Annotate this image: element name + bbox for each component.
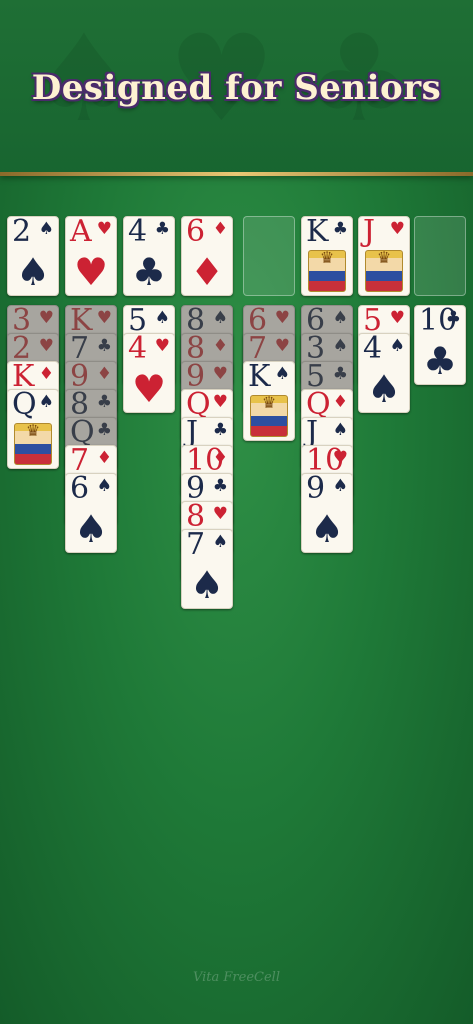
face-card-portrait-icon [365, 248, 403, 292]
card-suit-icon: ♠ [38, 219, 54, 239]
card-suit-icon: ♦ [332, 392, 348, 412]
card-center-suit-icon: ♠ [73, 507, 109, 551]
card-suit-icon: ♥ [212, 392, 228, 412]
freecell-card[interactable]: K ♣ [301, 216, 353, 296]
freecell-card[interactable]: J ♥ [358, 216, 410, 296]
tableau-card[interactable]: 10 ♣ ♣ [414, 305, 466, 385]
card-suit-icon: ♠ [332, 420, 348, 440]
card-suit-icon: ♥ [332, 448, 348, 468]
card-suit-icon: ♥ [212, 364, 228, 384]
card-suit-icon: ♥ [274, 308, 290, 328]
card-suit-icon: ♠ [38, 392, 54, 412]
card-center-suit-icon: ♥ [131, 367, 167, 411]
card-suit-icon: ♠ [96, 476, 112, 496]
empty-freecell-slot[interactable] [243, 216, 295, 296]
card-center-suit-icon: ♦ [189, 250, 225, 294]
card-rank: 4 [128, 333, 148, 366]
card-suit-icon: ♣ [96, 336, 112, 356]
card-suit-icon: ♠ [274, 364, 290, 384]
card-suit-icon: ♣ [445, 308, 461, 328]
card-rank: K [248, 361, 271, 394]
card-rank: A [70, 216, 92, 249]
card-suit-icon: ♦ [38, 364, 54, 384]
banner-gold-border [0, 172, 473, 176]
face-card-portrait-icon [250, 393, 288, 437]
card-center-suit-icon: ♥ [73, 250, 109, 294]
tableau-card[interactable]: 9 ♠ ♠ [301, 473, 353, 553]
card-suit-icon: ♦ [96, 364, 112, 384]
foundation-card[interactable]: 6 ♦ ♦ [181, 216, 233, 296]
title-banner: ♠♥♣ Designed for Seniors [0, 0, 473, 176]
card-center-suit-icon: ♠ [309, 507, 345, 551]
card-suit-icon: ♥ [389, 308, 405, 328]
card-rank: 7 [186, 529, 206, 562]
card-rank: 2 [12, 216, 32, 249]
face-card-portrait-icon [14, 421, 52, 465]
card-rank: 6 [186, 216, 206, 249]
card-suit-icon: ♠ [212, 308, 228, 328]
card-suit-icon: ♦ [96, 448, 112, 468]
tableau-card[interactable]: 7 ♠ ♠ [181, 529, 233, 609]
card-rank: 4 [128, 216, 148, 249]
tableau-card[interactable]: 4 ♠ ♠ [358, 333, 410, 413]
card-suit-icon: ♥ [38, 308, 54, 328]
card-rank: J [363, 216, 376, 249]
card-suit-icon: ♣ [154, 219, 170, 239]
empty-freecell-slot[interactable] [414, 216, 466, 296]
foundation-card[interactable]: A ♥ ♥ [65, 216, 117, 296]
card-center-suit-icon: ♠ [189, 563, 225, 607]
card-suit-icon: ♥ [96, 219, 112, 239]
tableau-card[interactable]: 6♠♠ [65, 473, 117, 553]
card-suit-icon: ♥ [96, 308, 112, 328]
card-center-suit-icon: ♣ [422, 339, 458, 383]
tableau-card[interactable]: K ♠ [243, 361, 295, 441]
card-suit-icon: ♣ [212, 476, 228, 496]
card-suit-icon: ♠ [332, 336, 348, 356]
card-rank: 6 [70, 473, 90, 506]
card-suit-icon: ♥ [38, 336, 54, 356]
card-suit-icon: ♦ [212, 336, 228, 356]
card-suit-icon: ♠ [389, 336, 405, 356]
card-suit-icon: ♣ [96, 392, 112, 412]
tableau-card[interactable]: 4 ♥ ♥ [123, 333, 175, 413]
card-suit-icon: ♣ [332, 364, 348, 384]
foundation-card[interactable]: 4 ♣ ♣ [123, 216, 175, 296]
card-suit-icon: ♦ [212, 219, 228, 239]
card-center-suit-icon: ♣ [131, 250, 167, 294]
card-suit-icon: ♣ [332, 219, 348, 239]
card-suit-icon: ♠ [332, 476, 348, 496]
card-suit-icon: ♥ [154, 336, 170, 356]
tableau-card[interactable]: Q ♠ [7, 389, 59, 469]
foundation-card[interactable]: 2 ♠ ♠ [7, 216, 59, 296]
card-suit-icon: ♣ [96, 420, 112, 440]
card-center-suit-icon: ♠ [366, 367, 402, 411]
card-center-suit-icon: ♠ [15, 250, 51, 294]
card-rank: 4 [363, 333, 383, 366]
card-suit-icon: ♣ [212, 420, 228, 440]
card-rank: 9 [306, 473, 326, 506]
card-rank: K [306, 216, 329, 249]
card-suit-icon: ♠ [154, 308, 170, 328]
card-suit-icon: ♥ [212, 504, 228, 524]
face-card-portrait-icon [308, 248, 346, 292]
card-suit-icon: ♥ [389, 219, 405, 239]
card-suit-icon: ♥ [274, 336, 290, 356]
card-suit-icon: ♦ [212, 448, 228, 468]
page-title: Designed for Seniors [31, 68, 442, 108]
card-suit-icon: ♠ [212, 532, 228, 552]
card-rank: Q [12, 389, 37, 422]
app-logo-text: Vita FreeCell [192, 970, 280, 985]
card-suit-icon: ♠ [332, 308, 348, 328]
